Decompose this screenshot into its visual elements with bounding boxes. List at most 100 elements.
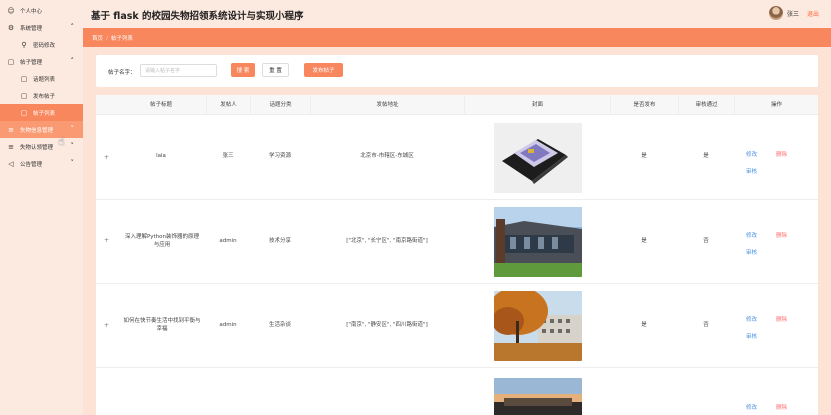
table-row: 修改 删除 xyxy=(96,368,818,415)
breadcrumb: 首页 / 帖子列表 xyxy=(92,34,133,42)
cover-image-building xyxy=(494,207,582,277)
sidebar-item-post-list[interactable]: ▢ 帖子列表 xyxy=(0,104,83,121)
sidebar-item-claims[interactable]: ≡ 失物认领管理 ˅ xyxy=(0,138,83,155)
column-header: 话题分类 xyxy=(250,95,310,115)
sidebar-item-posts[interactable]: ▢ 帖子管理 ˄ xyxy=(0,53,83,70)
sidebar-item-publish-post[interactable]: ▢ 发布帖子 xyxy=(0,87,83,104)
breadcrumb-separator: / xyxy=(106,36,108,42)
table-row: + lala 张三 学习资源 北京市-市辖区-东城区 是 是 修改 删除 审核 xyxy=(96,115,818,200)
sidebar-item-label: 帖子管理 xyxy=(20,59,43,66)
published-status: 是 xyxy=(641,237,647,244)
sidebar-item-label: 帖子列表 xyxy=(33,110,56,117)
post-author: admin xyxy=(219,321,237,328)
edit-link[interactable]: 修改 xyxy=(746,403,757,411)
table-row: + 如何在快节奏生活中找到平衡与幸福 admin 生活杂谈 ["南京", "静安… xyxy=(96,284,818,368)
post-address: ["北京", "长宁区", "南京路街道"] xyxy=(346,237,428,244)
review-link[interactable]: 审核 xyxy=(746,167,757,175)
sidebar-item-password[interactable]: ⚲ 密码修改 xyxy=(0,36,83,53)
published-status: 是 xyxy=(641,321,647,328)
delete-link[interactable]: 删除 xyxy=(776,231,787,239)
document-icon: ▢ xyxy=(7,57,15,66)
app-title: 基于 flask 的校园失物招领系统设计与实现小程序 xyxy=(91,11,304,22)
sidebar-item-system[interactable]: ⚙ 系统管理 ˄ xyxy=(0,19,83,36)
sidebar-item-label: 系统管理 xyxy=(20,25,43,32)
table-row: + 深入理解Python装饰器的原理与应用 admin 技术分享 ["北京", … xyxy=(96,200,818,284)
sidebar-item-label: 密码修改 xyxy=(33,42,56,49)
search-label: 帖子名字： xyxy=(108,70,136,76)
column-header: 发帖人 xyxy=(206,95,250,115)
edit-link[interactable]: 修改 xyxy=(746,315,757,323)
list-icon: ≡ xyxy=(8,142,14,151)
edit-link[interactable]: 修改 xyxy=(746,231,757,239)
key-icon: ⚲ xyxy=(21,40,27,49)
search-button[interactable]: 搜 索 xyxy=(231,63,255,77)
megaphone-icon: ◁ xyxy=(8,159,14,168)
mouse-cursor-icon: ☝ xyxy=(58,135,65,148)
list-icon: ≡ xyxy=(8,125,14,134)
publish-post-button[interactable]: 发布帖子 xyxy=(304,63,343,77)
document-icon: ▢ xyxy=(20,108,28,117)
review-link[interactable]: 审核 xyxy=(746,332,757,340)
search-panel: 帖子名字： 搜 索 重 置 发布帖子 xyxy=(96,55,818,87)
chevron-up-icon: ˄ xyxy=(70,23,75,31)
logout-link[interactable]: 退出 xyxy=(807,9,819,18)
document-icon: ▢ xyxy=(20,74,28,83)
sidebar-item-label: 公告管理 xyxy=(20,161,43,168)
post-author: 张三 xyxy=(222,153,234,160)
breadcrumb-bar: 首页 / 帖子列表 xyxy=(83,28,831,47)
user-name: 张三 xyxy=(786,10,799,18)
sidebar-item-label: 话题列表 xyxy=(33,76,56,83)
gear-icon: ⚙ xyxy=(7,23,15,32)
sidebar-item-lost-info[interactable]: ≡ 失物信息管理 ˅ xyxy=(0,121,83,138)
post-category: 学习资源 xyxy=(268,153,291,160)
expand-row-icon[interactable]: + xyxy=(104,154,109,161)
expand-row-icon[interactable]: + xyxy=(104,237,109,244)
chevron-down-icon: ˅ xyxy=(70,159,75,167)
chevron-down-icon: ˅ xyxy=(70,142,75,150)
post-category: 技术分享 xyxy=(268,237,291,244)
chevron-down-icon: ˅ xyxy=(70,125,75,133)
user-area: 张三 退出 xyxy=(768,6,819,20)
delete-link[interactable]: 删除 xyxy=(776,315,787,323)
approved-status: 否 xyxy=(703,321,709,328)
approved-status: 否 xyxy=(703,237,709,244)
sidebar-item-topics[interactable]: ▢ 话题列表 xyxy=(0,70,83,87)
post-category: 生活杂谈 xyxy=(268,321,291,328)
sidebar: ☺ 个人中心 ⚙ 系统管理 ˄ ⚲ 密码修改 ▢ 帖子管理 ˄ ▢ 话题列表 ▢… xyxy=(0,0,83,415)
post-title: 如何在快节奏生活中找到平衡与幸福 xyxy=(123,317,201,332)
column-header: 帖子标题 xyxy=(149,102,172,108)
search-input[interactable] xyxy=(140,64,217,77)
column-header: 是否发布 xyxy=(610,95,678,115)
post-title: lala xyxy=(156,153,166,160)
sidebar-item-label: 个人中心 xyxy=(20,8,43,15)
sidebar-item-label: 失物信息管理 xyxy=(20,127,54,134)
post-author: admin xyxy=(219,237,237,244)
avatar[interactable] xyxy=(768,6,783,20)
column-header: 发帖地址 xyxy=(310,95,464,115)
sidebar-item-label: 发布帖子 xyxy=(33,93,56,100)
breadcrumb-home[interactable]: 首页 xyxy=(92,36,103,42)
table-header: 帖子标题 发帖人 话题分类 发帖地址 封面 是否发布 审核通过 操作 xyxy=(96,95,818,115)
cover-image-sunset xyxy=(494,378,582,415)
column-header: 操作 xyxy=(734,95,818,115)
delete-link[interactable]: 删除 xyxy=(776,403,787,411)
sidebar-item-announcements[interactable]: ◁ 公告管理 ˅ xyxy=(0,155,83,172)
delete-link[interactable]: 删除 xyxy=(776,150,787,158)
sidebar-item-profile[interactable]: ☺ 个人中心 xyxy=(0,2,83,19)
column-header: 封面 xyxy=(464,95,610,115)
approved-status: 是 xyxy=(703,153,709,160)
column-header: 审核通过 xyxy=(678,95,734,115)
post-title: 深入理解Python装饰器的原理与应用 xyxy=(124,233,200,248)
posts-table: 帖子标题 发帖人 话题分类 发帖地址 封面 是否发布 审核通过 操作 + lal… xyxy=(96,95,818,415)
post-address: 北京市-市辖区-东城区 xyxy=(360,153,414,160)
breadcrumb-current: 帖子列表 xyxy=(110,36,133,42)
post-address: ["南京", "静安区", "四川路街道"] xyxy=(346,321,428,328)
cover-image-laptop xyxy=(494,123,582,193)
sidebar-item-label: 失物认领管理 xyxy=(20,144,54,151)
person-icon: ☺ xyxy=(7,6,15,15)
edit-link[interactable]: 修改 xyxy=(746,150,757,158)
expand-row-icon[interactable]: + xyxy=(104,322,109,329)
chevron-up-icon: ˄ xyxy=(70,57,75,65)
reset-button[interactable]: 重 置 xyxy=(262,63,289,77)
review-link[interactable]: 审核 xyxy=(746,248,757,256)
